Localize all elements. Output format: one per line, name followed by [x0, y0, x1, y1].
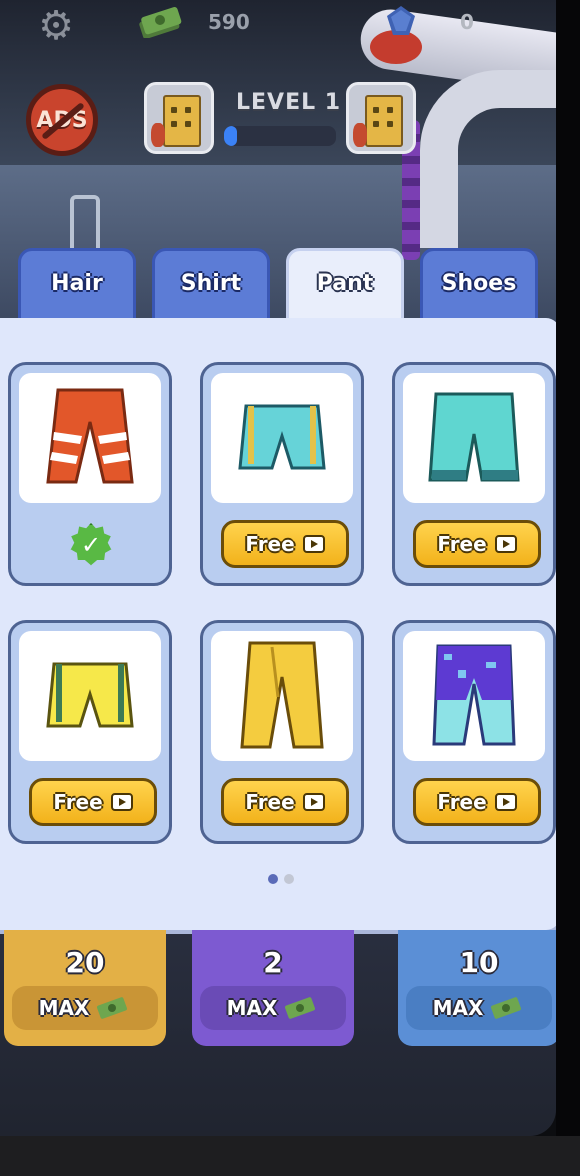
upgrade-value: 2	[263, 946, 283, 979]
max-label: MAX	[432, 996, 484, 1020]
item-image	[211, 373, 353, 503]
gem-icon	[387, 6, 415, 35]
item-panel: ✓ Free Free Free Free Free	[0, 318, 556, 930]
upgrade-card-1[interactable]: 20 MAX	[4, 930, 166, 1046]
free-unlock-button[interactable]: Free	[413, 778, 541, 826]
upgrade-card-3[interactable]: 10 MAX	[398, 930, 556, 1046]
free-unlock-button[interactable]: Free	[29, 778, 157, 826]
item-card-red-striped-pants[interactable]: ✓	[8, 362, 172, 586]
item-card-cyan-short-shorts[interactable]: Free	[200, 362, 364, 586]
video-ad-icon	[494, 793, 517, 811]
selected-check-icon: ✓	[70, 523, 112, 566]
yellow-pants-icon	[240, 641, 324, 749]
red-striped-pants-icon	[46, 388, 134, 484]
game-screen: ⚙ 590 0 ADS LEVEL 1 Hair Shirt Pant Shoe…	[0, 0, 556, 1136]
upgrade-max-button[interactable]: MAX	[12, 986, 158, 1030]
free-unlock-button[interactable]: Free	[221, 778, 349, 826]
item-image	[19, 373, 161, 503]
upgrade-max-button[interactable]: MAX	[406, 986, 552, 1030]
cash-icon	[97, 997, 128, 1019]
video-ad-icon	[110, 793, 133, 811]
item-image	[211, 631, 353, 761]
free-label: Free	[53, 790, 103, 814]
level-title: LEVEL 1	[236, 90, 342, 115]
page-dot-2[interactable]	[284, 874, 294, 884]
free-unlock-button[interactable]: Free	[413, 520, 541, 568]
free-unlock-button[interactable]: Free	[221, 520, 349, 568]
home-bar	[0, 1136, 580, 1176]
upgrade-value: 10	[459, 946, 499, 979]
no-ads-button[interactable]: ADS	[26, 84, 98, 156]
upgrade-value: 20	[65, 946, 105, 979]
page-dot-1[interactable]	[268, 874, 278, 884]
video-ad-icon	[302, 793, 325, 811]
cash-counter: 590	[208, 10, 250, 34]
tab-shoes[interactable]: Shoes	[420, 248, 538, 328]
max-label: MAX	[38, 996, 90, 1020]
yellow-shorts-icon	[46, 662, 134, 728]
free-label: Free	[437, 790, 487, 814]
item-card-purple-cyan-pants[interactable]: Free	[392, 620, 556, 844]
max-label: MAX	[226, 996, 278, 1020]
gem-counter: 0	[460, 10, 474, 34]
cyan-long-shorts-icon	[428, 392, 520, 482]
settings-gear-icon[interactable]: ⚙	[34, 4, 78, 48]
free-label: Free	[245, 790, 295, 814]
no-ads-label: ADS	[36, 107, 88, 133]
purple-cyan-pants-icon	[432, 644, 516, 746]
tab-shoes-label: Shoes	[441, 271, 517, 296]
level-next-thumbnail	[346, 82, 416, 154]
tab-hair[interactable]: Hair	[18, 248, 136, 328]
item-image	[403, 631, 545, 761]
cash-icon	[491, 997, 522, 1019]
free-label: Free	[245, 532, 295, 556]
tab-pant-label: Pant	[316, 271, 374, 296]
item-card-yellow-short-shorts[interactable]: Free	[8, 620, 172, 844]
screen-edge	[556, 0, 580, 1136]
item-card-cyan-long-shorts[interactable]: Free	[392, 362, 556, 586]
item-card-yellow-long-pants[interactable]: Free	[200, 620, 364, 844]
level-current-thumbnail	[144, 82, 214, 154]
free-label: Free	[437, 532, 487, 556]
page-indicator[interactable]	[268, 874, 294, 884]
cash-stack-icon	[139, 6, 182, 38]
tab-hair-label: Hair	[51, 271, 103, 296]
level-progress-bar	[224, 126, 336, 146]
background-slide-curve	[420, 70, 556, 248]
video-ad-icon	[494, 535, 517, 553]
tab-shirt-label: Shirt	[180, 271, 242, 296]
tab-shirt[interactable]: Shirt	[152, 248, 270, 328]
video-ad-icon	[302, 535, 325, 553]
item-image	[19, 631, 161, 761]
cash-icon	[285, 997, 316, 1019]
tab-pant[interactable]: Pant	[286, 248, 404, 328]
upgrade-card-2[interactable]: 2 MAX	[192, 930, 354, 1046]
upgrade-max-button[interactable]: MAX	[200, 986, 346, 1030]
cyan-shorts-icon	[238, 404, 326, 470]
item-image	[403, 373, 545, 503]
